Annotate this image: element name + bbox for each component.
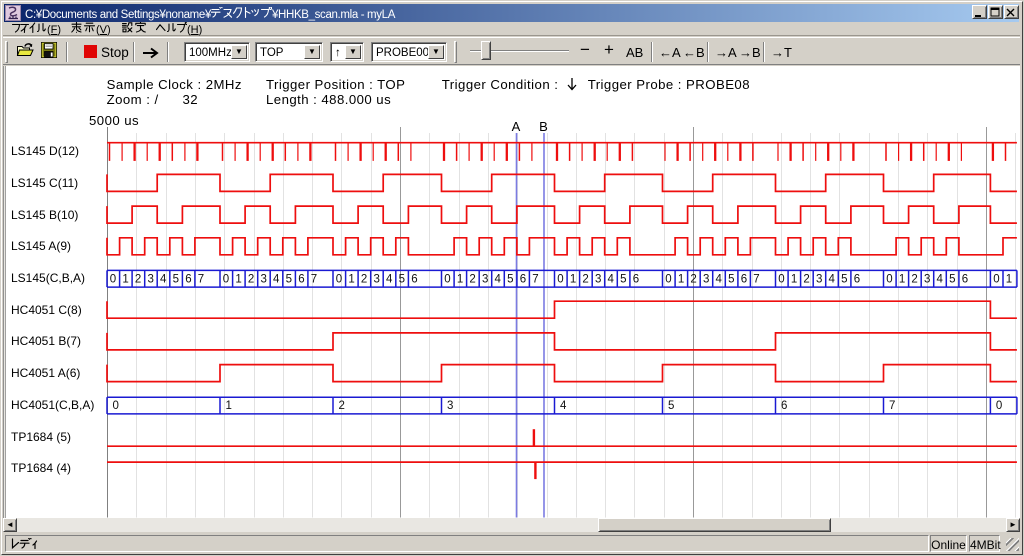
- svg-text:1: 1: [678, 273, 684, 285]
- svg-text:0: 0: [778, 273, 784, 285]
- svg-text:7: 7: [532, 273, 538, 285]
- svg-text:4: 4: [608, 273, 615, 285]
- svg-text:A: A: [512, 119, 521, 134]
- svg-text:2: 2: [248, 273, 254, 285]
- svg-text:6: 6: [962, 273, 968, 285]
- svg-text:3: 3: [374, 273, 380, 285]
- svg-text:5: 5: [949, 273, 955, 285]
- svg-text:1: 1: [899, 273, 905, 285]
- svg-text:6: 6: [781, 400, 787, 412]
- svg-text:7: 7: [889, 400, 895, 412]
- svg-text:4: 4: [829, 273, 836, 285]
- svg-text:6: 6: [741, 273, 747, 285]
- svg-text:1: 1: [1006, 273, 1012, 285]
- svg-text:0: 0: [336, 273, 342, 285]
- svg-text:2: 2: [582, 273, 588, 285]
- svg-text:4: 4: [160, 273, 167, 285]
- svg-text:0: 0: [557, 273, 563, 285]
- svg-text:4: 4: [560, 400, 567, 412]
- svg-text:1: 1: [791, 273, 797, 285]
- svg-text:2: 2: [339, 400, 345, 412]
- svg-text:1: 1: [457, 273, 463, 285]
- svg-text:5: 5: [728, 273, 734, 285]
- svg-text:1: 1: [235, 273, 241, 285]
- svg-text:3: 3: [447, 400, 453, 412]
- svg-text:6: 6: [520, 273, 526, 285]
- svg-text:4: 4: [716, 273, 723, 285]
- svg-text:0: 0: [113, 400, 119, 412]
- svg-text:2: 2: [135, 273, 141, 285]
- svg-text:7: 7: [311, 273, 317, 285]
- svg-text:4: 4: [495, 273, 502, 285]
- svg-text:0: 0: [110, 273, 116, 285]
- svg-text:3: 3: [595, 273, 601, 285]
- svg-text:5: 5: [399, 273, 405, 285]
- svg-text:0: 0: [444, 273, 450, 285]
- svg-text:2: 2: [911, 273, 917, 285]
- svg-text:3: 3: [924, 273, 930, 285]
- svg-text:4: 4: [386, 273, 393, 285]
- svg-text:7: 7: [198, 273, 204, 285]
- svg-text:3: 3: [816, 273, 822, 285]
- svg-text:1: 1: [570, 273, 576, 285]
- svg-text:4: 4: [273, 273, 280, 285]
- svg-text:3: 3: [482, 273, 488, 285]
- svg-text:5: 5: [173, 273, 179, 285]
- svg-text:3: 3: [148, 273, 154, 285]
- svg-text:2: 2: [690, 273, 696, 285]
- svg-text:4: 4: [937, 273, 944, 285]
- svg-text:0: 0: [886, 273, 892, 285]
- svg-text:7: 7: [753, 273, 759, 285]
- svg-text:0: 0: [665, 273, 671, 285]
- svg-text:3: 3: [703, 273, 709, 285]
- svg-text:6: 6: [411, 273, 417, 285]
- svg-text:2: 2: [469, 273, 475, 285]
- svg-text:6: 6: [298, 273, 304, 285]
- svg-text:5: 5: [507, 273, 513, 285]
- svg-text:6: 6: [185, 273, 191, 285]
- svg-text:1: 1: [122, 273, 128, 285]
- svg-text:6: 6: [854, 273, 860, 285]
- svg-text:3: 3: [261, 273, 267, 285]
- svg-text:0: 0: [993, 273, 999, 285]
- svg-text:5: 5: [286, 273, 292, 285]
- svg-text:2: 2: [803, 273, 809, 285]
- svg-text:0: 0: [996, 400, 1002, 412]
- svg-text:1: 1: [348, 273, 354, 285]
- svg-text:5: 5: [668, 400, 674, 412]
- svg-text:5: 5: [620, 273, 626, 285]
- svg-text:6: 6: [633, 273, 639, 285]
- svg-text:0: 0: [223, 273, 229, 285]
- svg-text:1: 1: [226, 400, 232, 412]
- svg-text:B: B: [539, 119, 548, 134]
- svg-text:5: 5: [841, 273, 847, 285]
- svg-text:2: 2: [361, 273, 367, 285]
